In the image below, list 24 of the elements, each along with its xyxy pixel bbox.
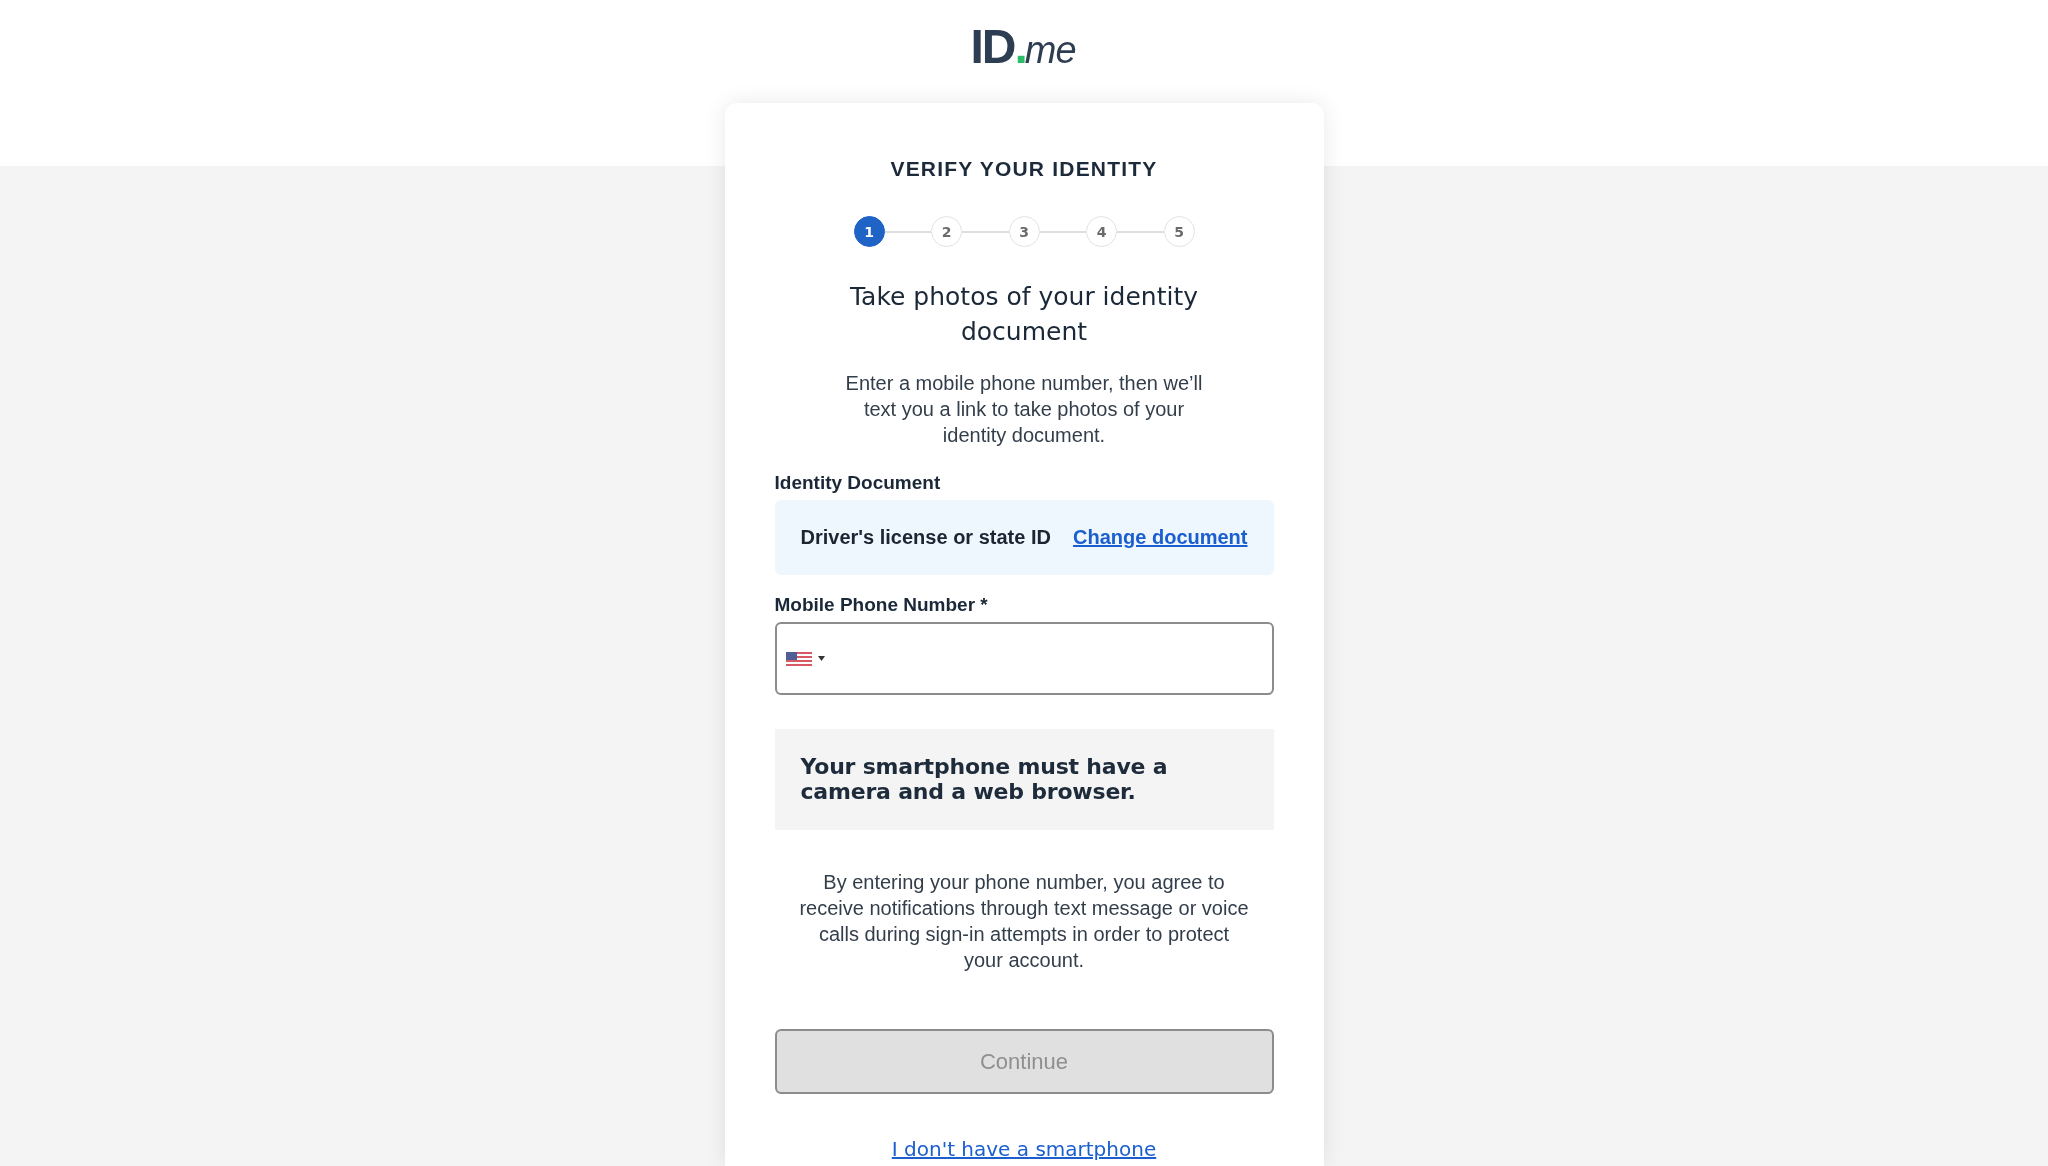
document-type-text: Driver's license or state ID — [800, 526, 1051, 549]
step-marker: 3 — [1008, 216, 1040, 247]
step-connector — [962, 230, 1009, 233]
field-label: Mobile Phone Number * — [774, 594, 988, 616]
field-label: Identity Document — [774, 472, 941, 494]
step-connector — [884, 230, 931, 233]
country-selector[interactable] — [785, 651, 825, 666]
notice-text: Your smartphone must have a camera and a web browser. — [800, 754, 1169, 804]
step-marker: 1 — [853, 216, 885, 247]
caret-icon — [817, 656, 825, 661]
logo: ID.me — [970, 23, 1077, 71]
step-connector — [1117, 230, 1164, 233]
card-heading: VERIFY YOUR IDENTITY — [889, 156, 1159, 182]
consent-text: By entering your phone number, you agree to receive notifications through text message or voice calls during sign-in attempts in order to protect your account. — [798, 870, 1250, 973]
change-document-link[interactable]: Change document — [1073, 526, 1248, 549]
no-smartphone-link[interactable]: I don't have a smartphone — [891, 1136, 1157, 1162]
phone-input-field[interactable] — [774, 622, 1274, 695]
step-connector — [1039, 230, 1086, 233]
step-marker: 5 — [1163, 216, 1195, 247]
step-marker: 2 — [931, 216, 962, 247]
step-marker: 4 — [1086, 216, 1117, 247]
description-text: Enter a mobile phone number, then we’ll text you a link to take photos of your identity document. — [844, 371, 1204, 448]
flag-icon — [785, 651, 812, 666]
page-title: Take photos of your identity document — [848, 281, 1199, 348]
